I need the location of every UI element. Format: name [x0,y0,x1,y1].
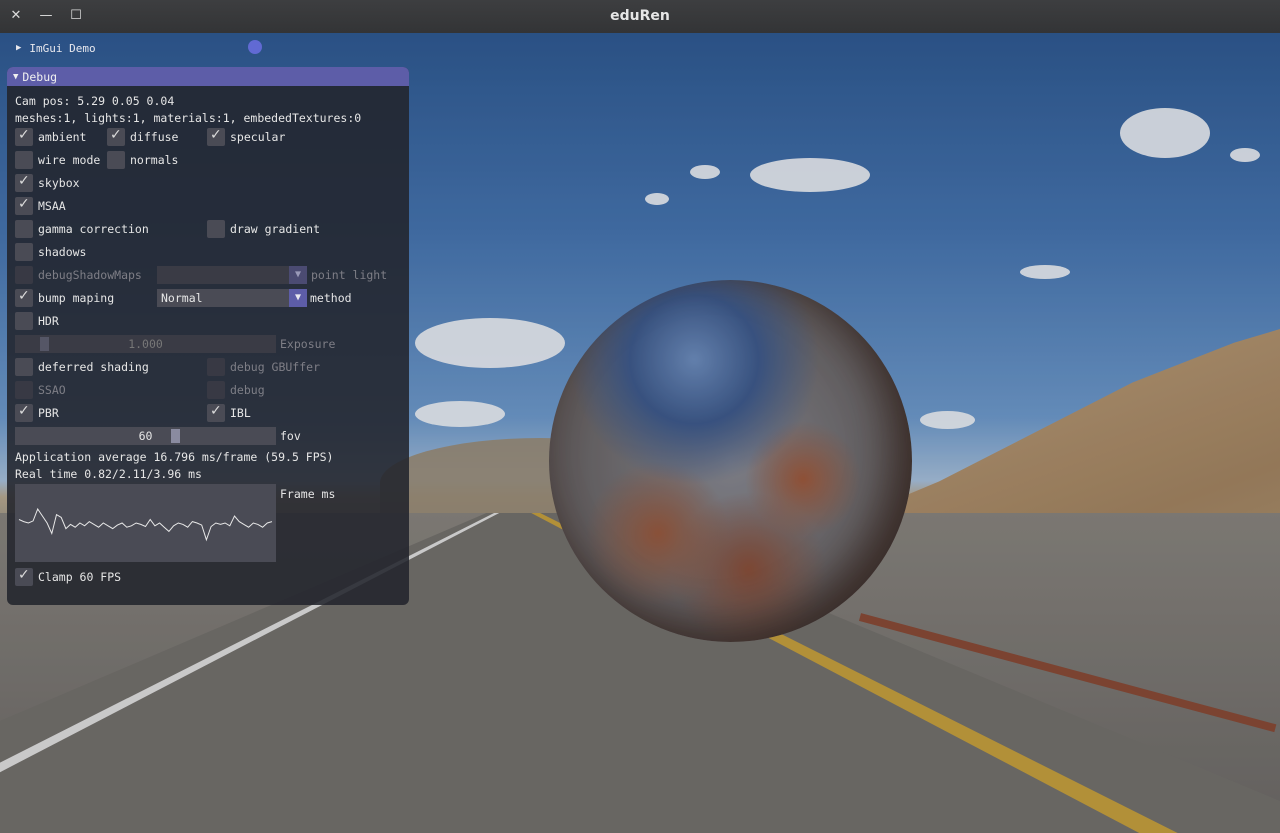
chevron-down-icon[interactable]: ▼ [289,266,307,284]
chevron-down-icon[interactable]: ▼ [289,289,307,307]
ssao-label: SSAO [38,383,66,397]
gamma-correction-label: gamma correction [38,222,149,236]
msaa-checkbox[interactable] [15,196,33,215]
ibl-checkbox[interactable] [207,403,225,422]
ambient-checkbox[interactable] [15,127,33,146]
real-time-text: Real time 0.82/2.11/3.96 ms [15,467,202,481]
draw-gradient-label: draw gradient [230,222,321,236]
debug-panel: ▼ Debug Cam pos: 5.29 0.05 0.04 meshes:1… [7,67,409,605]
hdr-checkbox[interactable] [15,312,33,330]
window-titlebar: ✕ — ☐ eduRen [0,0,1280,34]
frame-ms-plot-svg [18,507,273,542]
debug-gbuffer-checkbox[interactable] [207,358,225,376]
app-average-text: Application average 16.796 ms/frame (59.… [15,450,334,464]
diffuse-checkbox[interactable] [107,127,125,146]
debug-panel-title: Debug [22,69,58,84]
exposure-slider[interactable]: 1.000 [15,335,276,353]
collapse-arrow-icon: ▼ [13,71,19,82]
wire-mode-checkbox[interactable] [15,151,33,169]
frame-ms-line [18,507,273,542]
normals-checkbox[interactable] [107,151,125,169]
deferred-shading-checkbox[interactable] [15,358,33,376]
ssao-checkbox[interactable] [15,381,33,399]
fov-value: 60 [138,429,153,443]
frame-ms-plot[interactable] [15,484,276,562]
point-light-label: point light [311,268,388,282]
msaa-label: MSAA [38,199,66,213]
wire-mode-label: wire mode [38,153,101,167]
debug-shadow-maps-label: debugShadowMaps [38,268,142,282]
bump-maping-checkbox[interactable] [15,288,33,307]
skybox-label: skybox [38,176,80,190]
imgui-demo-header[interactable]: ▶ ImGui Demo [8,38,96,58]
clamp-fps-label: Clamp 60 FPS [38,570,122,584]
exposure-value: 1.000 [128,337,163,351]
debug-shadow-maps-checkbox[interactable] [15,266,33,284]
fov-slider[interactable]: 60 [15,427,276,445]
point-light-combo[interactable]: ▼ [157,266,307,284]
specular-label: specular [230,130,286,144]
skybox-checkbox[interactable] [15,173,33,192]
ibl-label: IBL [230,406,251,420]
clamp-fps-checkbox[interactable] [15,567,33,586]
imgui-demo-label: ImGui Demo [29,41,96,55]
normals-label: normals [130,153,179,167]
exposure-slider-grab[interactable] [40,337,49,351]
frame-ms-label: Frame ms [280,487,336,501]
hdr-label: HDR [38,314,59,328]
method-label: method [310,291,352,305]
gamma-correction-checkbox[interactable] [15,220,33,238]
method-combo[interactable]: Normal ▼ [157,289,307,307]
deferred-shading-label: deferred shading [38,360,149,374]
ambient-label: ambient [38,130,87,144]
shadows-checkbox[interactable] [15,243,33,261]
fov-slider-grab[interactable] [171,429,180,443]
expand-arrow-icon: ▶ [16,43,22,53]
bump-maping-label: bump maping [38,291,115,305]
debug-checkbox[interactable] [207,381,225,399]
debug-panel-header[interactable]: ▼ Debug [7,67,409,86]
pbr-label: PBR [38,406,59,420]
fov-label: fov [280,429,301,443]
window-title: eduRen [610,8,670,24]
exposure-label: Exposure [280,337,336,351]
debug-label: debug [230,383,265,397]
scene-info-text: meshes:1, lights:1, materials:1, embeded… [15,111,362,125]
cursor-indicator [248,40,262,54]
specular-checkbox[interactable] [207,127,225,146]
method-combo-value: Normal [161,291,203,305]
pbr-checkbox[interactable] [15,403,33,422]
cam-pos-text: Cam pos: 5.29 0.05 0.04 [15,94,175,108]
diffuse-label: diffuse [130,130,179,144]
shadows-label: shadows [38,245,87,259]
draw-gradient-checkbox[interactable] [207,220,225,238]
debug-gbuffer-label: debug GBUffer [230,360,321,374]
